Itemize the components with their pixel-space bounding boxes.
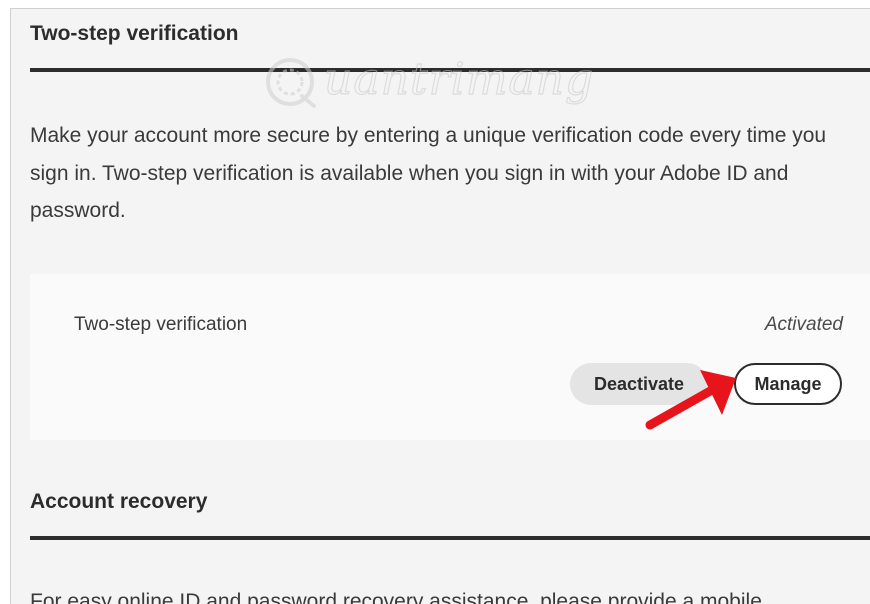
two-step-status: Activated xyxy=(764,314,843,335)
red-arrow-icon xyxy=(645,370,736,430)
two-step-section-title: Two-step verification xyxy=(30,22,239,45)
manage-button[interactable]: Manage xyxy=(734,363,842,405)
account-recovery-description: For easy online ID and password recovery… xyxy=(30,590,762,604)
two-step-description: Make your account more secure by enterin… xyxy=(30,124,827,222)
two-step-card: Two-step verification Activated Deactiva… xyxy=(30,274,870,440)
security-settings-panel: Two-step verification Make your account … xyxy=(10,8,870,604)
two-step-card-label: Two-step verification xyxy=(74,314,248,335)
section-divider xyxy=(30,536,870,540)
account-recovery-title: Account recovery xyxy=(30,490,208,513)
section-divider xyxy=(30,68,870,72)
